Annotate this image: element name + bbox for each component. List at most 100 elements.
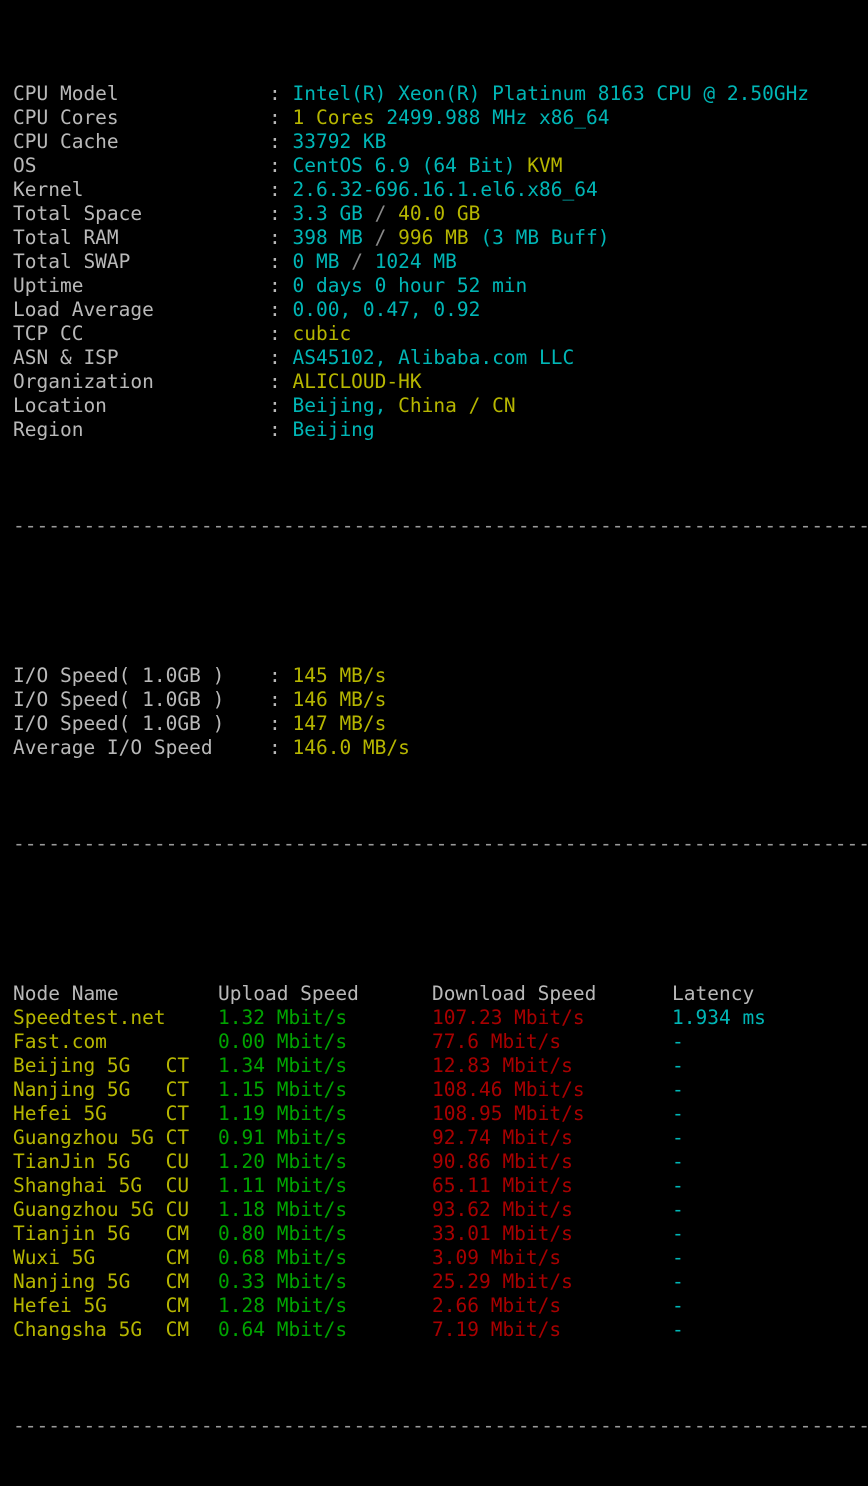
sysinfo-row: TCP CC: cubic (0, 322, 868, 346)
cell-latency: 1.934 ms (672, 1006, 766, 1029)
cell-upload-speed: 1.19 Mbit/s (218, 1102, 348, 1125)
cell-latency: - (672, 1102, 684, 1125)
cell-download-speed: 7.19 Mbit/s (432, 1318, 562, 1341)
system-info-block: CPU Model: Intel(R) Xeon(R) Platinum 816… (0, 82, 868, 442)
speedtest-row: Tianjin 5G CM 0.80 Mbit/s 33.01 Mbit/s - (0, 1222, 868, 1246)
cell-latency: - (672, 1270, 684, 1293)
sysinfo-label: Location (13, 394, 107, 417)
cell-node-name: Nanjing 5G CT (13, 1078, 190, 1101)
cell-download-speed: 108.95 Mbit/s (432, 1102, 585, 1125)
sysinfo-value: AS45102, Alibaba.com LLC (292, 346, 575, 369)
sysinfo-row: Total SWAP: 0 MB / 1024 MB (0, 250, 868, 274)
speedtest-table: Node Name Upload Speed Download Speed Laten… (0, 982, 868, 1342)
speedtest-row: Changsha 5G CM 0.64 Mbit/s 7.19 Mbit/s - (0, 1318, 868, 1342)
cell-download-speed: 107.23 Mbit/s (432, 1006, 585, 1029)
cell-upload-speed: 0.91 Mbit/s (218, 1126, 348, 1149)
io-speed-block: I/O Speed( 1.0GB ): 145 MB/s I/O Speed( 1… (0, 664, 868, 760)
sysinfo-value: Intel(R) Xeon(R) Platinum 8163 CPU @ 2.5… (292, 82, 810, 105)
io-speed-value: 146 MB/s (292, 688, 387, 711)
sysinfo-value: 2.6.32-696.16.1.el6.x86_64 (292, 178, 598, 201)
cell-node-name: TianJin 5G CU (13, 1150, 190, 1173)
sysinfo-value: cubic (292, 322, 352, 345)
cell-latency: - (672, 1294, 684, 1317)
sysinfo-row: CPU Model: Intel(R) Xeon(R) Platinum 816… (0, 82, 868, 106)
cell-latency: - (672, 1150, 684, 1173)
cell-upload-speed: 1.34 Mbit/s (218, 1054, 348, 1077)
sysinfo-label: TCP CC (13, 322, 84, 345)
sysinfo-label: CPU Cores (13, 106, 119, 129)
speedtest-header-row: Node Name Upload Speed Download Speed Laten… (0, 982, 868, 1006)
cell-download-speed: 33.01 Mbit/s (432, 1222, 573, 1245)
sysinfo-label: Total Space (13, 202, 143, 225)
io-speed-row: I/O Speed( 1.0GB ): 147 MB/s (0, 712, 868, 736)
header-download-speed: Download Speed (432, 982, 597, 1005)
cell-latency: - (672, 1030, 684, 1053)
cell-node-name: Wuxi 5G CM (13, 1246, 190, 1269)
cell-download-speed: 3.09 Mbit/s (432, 1246, 562, 1269)
sysinfo-row: Total RAM: 398 MB / 996 MB (3 MB Buff) (0, 226, 868, 250)
cell-node-name: Guangzhou 5G CT (13, 1126, 190, 1149)
sysinfo-value: 2499.988 MHz x86_64 (386, 106, 610, 129)
cell-node-name: Shanghai 5G CU (13, 1174, 190, 1197)
sysinfo-colon: : (269, 130, 293, 153)
cell-upload-speed: 0.33 Mbit/s (218, 1270, 348, 1293)
sysinfo-label: Uptime (13, 274, 84, 297)
cell-latency: - (672, 1054, 684, 1077)
cell-node-name: Hefei 5G CT (13, 1102, 190, 1125)
sysinfo-value: ALICLOUD-HK (292, 370, 422, 393)
sysinfo-label: Total SWAP (13, 250, 131, 273)
sysinfo-value: 33792 KB (292, 130, 387, 153)
sysinfo-colon: : (269, 298, 293, 321)
io-speed-value: 146.0 MB/s (292, 736, 410, 759)
sysinfo-value: 0.00, 0.47, 0.92 (292, 298, 481, 321)
sysinfo-colon: : (269, 202, 293, 225)
speedtest-row: Shanghai 5G CU 1.11 Mbit/s 65.11 Mbit/s - (0, 1174, 868, 1198)
speedtest-row: Nanjing 5G CM 0.33 Mbit/s 25.29 Mbit/s - (0, 1270, 868, 1294)
cell-download-speed: 77.6 Mbit/s (432, 1030, 562, 1053)
sysinfo-label: Total RAM (13, 226, 119, 249)
sysinfo-colon: : (269, 274, 293, 297)
cell-upload-speed: 0.68 Mbit/s (218, 1246, 348, 1269)
sysinfo-colon: : (269, 178, 293, 201)
speedtest-row: Wuxi 5G CM 0.68 Mbit/s 3.09 Mbit/s - (0, 1246, 868, 1270)
sysinfo-label: Organization (13, 370, 154, 393)
cell-latency: - (672, 1174, 684, 1197)
io-speed-label: I/O Speed( 1.0GB ) (13, 688, 225, 711)
cell-download-speed: 92.74 Mbit/s (432, 1126, 573, 1149)
sysinfo-row: CPU Cores: 1 Cores 2499.988 MHz x86_64 (0, 106, 868, 130)
cell-latency: - (672, 1078, 684, 1101)
sysinfo-value (386, 394, 398, 417)
cell-download-speed: 25.29 Mbit/s (432, 1270, 573, 1293)
cell-upload-speed: 1.11 Mbit/s (218, 1174, 348, 1197)
cell-node-name: Beijing 5G CT (13, 1054, 190, 1077)
sysinfo-label: Region (13, 418, 84, 441)
io-speed-row: I/O Speed( 1.0GB ): 146 MB/s (0, 688, 868, 712)
io-speed-value: 147 MB/s (292, 712, 387, 735)
speedtest-row: Hefei 5G CT 1.19 Mbit/s 108.95 Mbit/s - (0, 1102, 868, 1126)
sysinfo-colon: : (269, 154, 293, 177)
speedtest-row: TianJin 5G CU 1.20 Mbit/s 90.86 Mbit/s - (0, 1150, 868, 1174)
sysinfo-value: China / CN (398, 394, 516, 417)
sysinfo-value: Beijing (292, 418, 375, 441)
sysinfo-row: ASN & ISP: AS45102, Alibaba.com LLC (0, 346, 868, 370)
sysinfo-value: CentOS 6.9 (64 Bit) (292, 154, 516, 177)
header-upload-speed: Upload Speed (218, 982, 359, 1005)
io-speed-label: Average I/O Speed (13, 736, 213, 759)
sysinfo-row: Uptime: 0 days 0 hour 52 min (0, 274, 868, 298)
sysinfo-label: Kernel (13, 178, 84, 201)
sysinfo-colon: : (269, 418, 293, 441)
cell-node-name: Nanjing 5G CM (13, 1270, 190, 1293)
sysinfo-value: 398 MB (292, 226, 363, 249)
sysinfo-value: 996 MB (398, 226, 469, 249)
sysinfo-label: CPU Cache (13, 130, 119, 153)
sysinfo-value: / (339, 250, 375, 273)
speedtest-row: Guangzhou 5G CU 1.18 Mbit/s 93.62 Mbit/s - (0, 1198, 868, 1222)
cell-upload-speed: 0.00 Mbit/s (218, 1030, 348, 1053)
cell-upload-speed: 0.64 Mbit/s (218, 1318, 348, 1341)
header-node-name: Node Name (13, 982, 119, 1005)
io-speed-row: Average I/O Speed: 146.0 MB/s (0, 736, 868, 760)
io-speed-row: I/O Speed( 1.0GB ): 145 MB/s (0, 664, 868, 688)
cell-node-name: Guangzhou 5G CU (13, 1198, 190, 1221)
